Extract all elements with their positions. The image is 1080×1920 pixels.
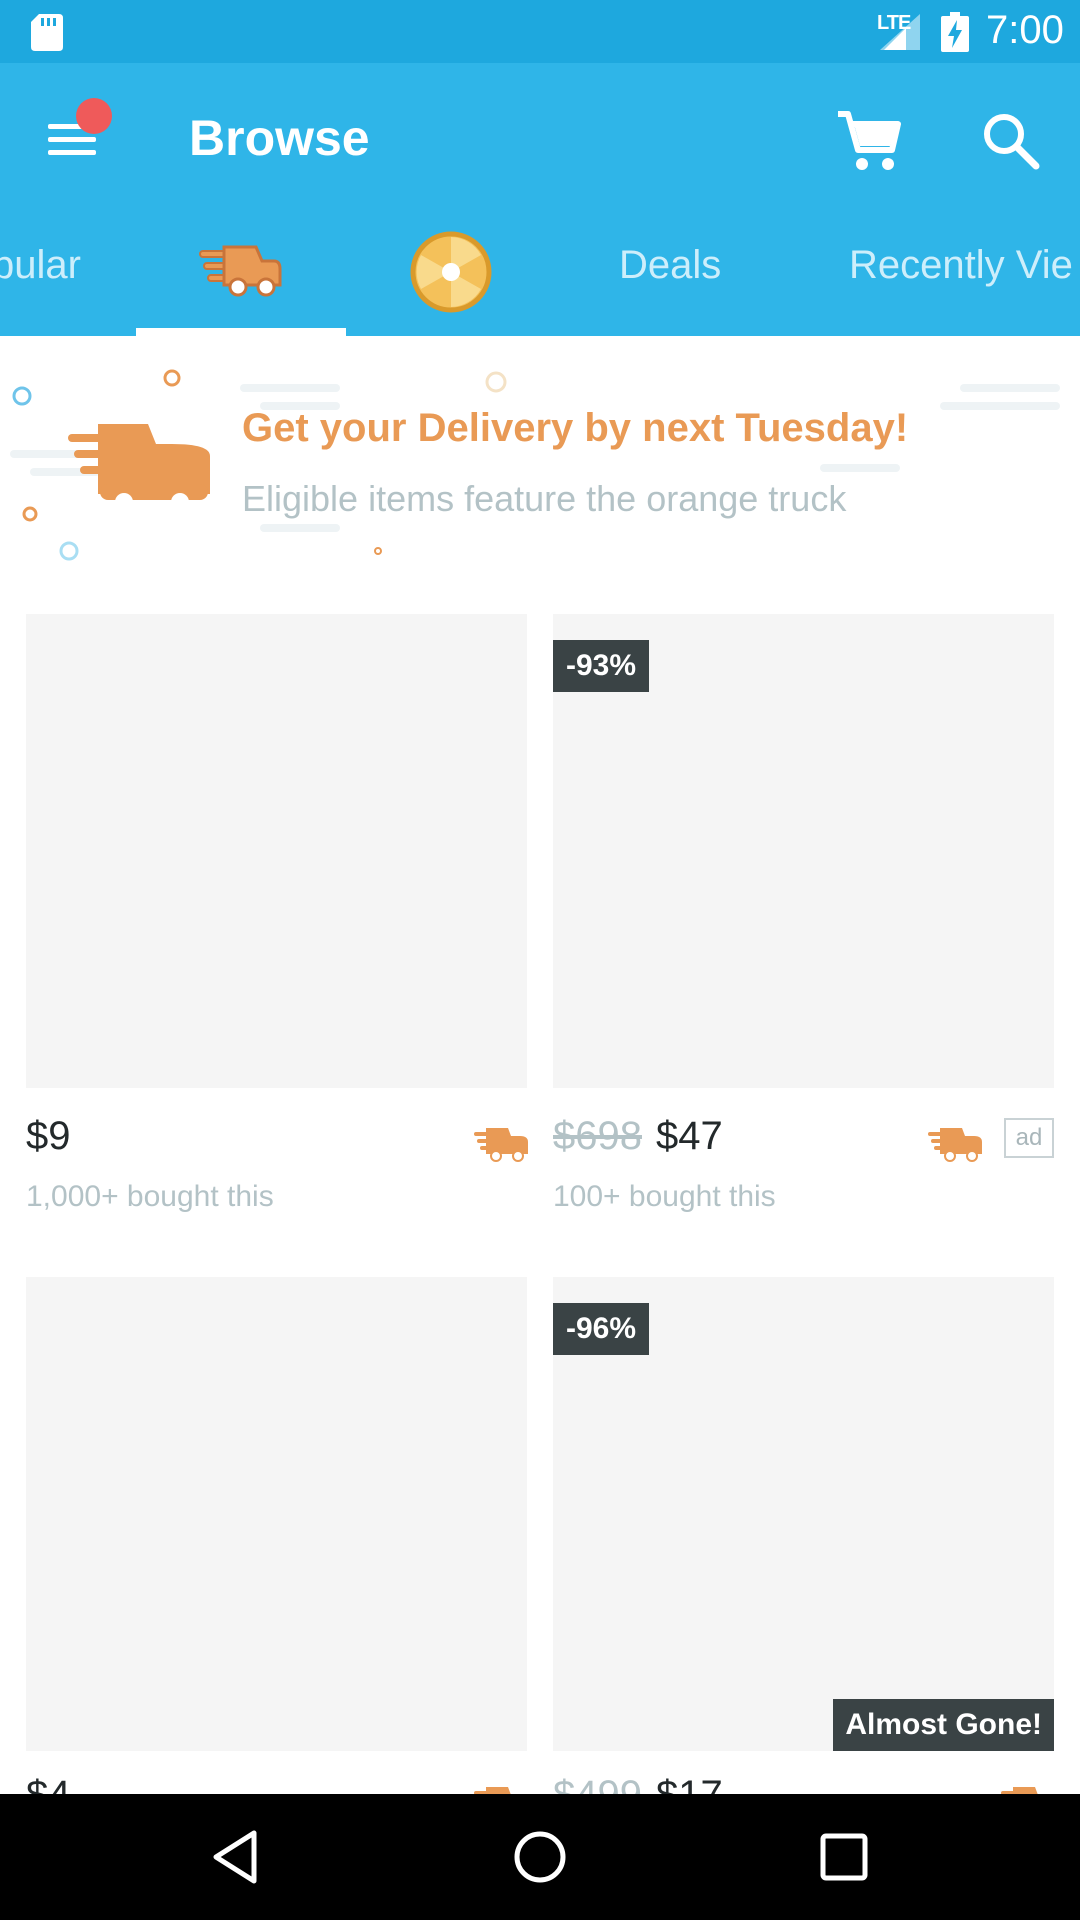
banner-title: Get your Delivery by next Tuesday! — [242, 406, 909, 450]
page-title: Browse — [189, 110, 370, 166]
sd-card-icon — [31, 14, 63, 51]
recents-button[interactable] — [814, 1827, 874, 1887]
product-image[interactable] — [26, 1277, 527, 1751]
discount-badge: -93% — [553, 640, 650, 692]
product-image[interactable] — [26, 614, 527, 1088]
menu-button[interactable] — [40, 98, 112, 170]
back-button[interactable] — [206, 1827, 266, 1887]
bought-count: 100+ bought this — [553, 1180, 776, 1213]
cart-icon — [838, 111, 901, 170]
banner-decoration — [10, 369, 1060, 561]
price: $47 — [655, 1114, 723, 1158]
system-nav-bar — [0, 1794, 1080, 1920]
back-triangle-icon — [213, 1830, 257, 1884]
price: $9 — [26, 1114, 71, 1158]
fast-delivery-icon — [928, 1128, 982, 1162]
almost-gone-badge: Almost Gone! — [833, 1699, 1054, 1751]
app-bar: Browse pular Deals Recently Vie — [0, 63, 1080, 336]
tab-deals[interactable]: Deals — [619, 243, 721, 336]
bought-count: 1,000+ bought this — [26, 1180, 274, 1213]
status-bar: LTE 7:00 — [0, 0, 1080, 63]
orange-truck-icon — [68, 424, 210, 511]
wheel-icon — [410, 231, 492, 313]
fast-delivery-icon — [474, 1128, 528, 1162]
tab-delivery[interactable] — [136, 221, 346, 336]
search-button[interactable] — [976, 106, 1046, 176]
ad-badge: ad — [1004, 1118, 1054, 1158]
delivery-truck-icon — [199, 245, 282, 297]
original-price: $698 — [553, 1114, 642, 1158]
tab-popular[interactable]: pular — [0, 243, 81, 336]
home-circle-icon — [514, 1831, 566, 1883]
clock: 7:00 — [986, 8, 1064, 52]
product-card[interactable]: -93% $698 $47 ad 100+ bought this — [553, 614, 1054, 1224]
home-button[interactable] — [510, 1827, 570, 1887]
cart-button[interactable] — [834, 106, 904, 176]
signal-icon — [880, 14, 920, 50]
banner-subtitle: Eligible items feature the orange truck — [242, 478, 847, 519]
price-row: $9 — [26, 1114, 528, 1174]
battery-charging-icon — [941, 12, 969, 52]
delivery-banner[interactable]: Get your Delivery by next Tuesday! Eligi… — [0, 336, 1080, 576]
tab-prize-wheel[interactable] — [410, 231, 492, 313]
recents-square-icon — [820, 1833, 868, 1881]
tab-indicator — [136, 328, 346, 336]
notification-dot — [76, 98, 112, 134]
product-card[interactable]: $9 1,000+ bought this — [26, 614, 528, 1224]
search-icon — [984, 114, 1040, 170]
price-row: $698 $47 ad — [553, 1114, 1054, 1174]
tab-recently-viewed[interactable]: Recently Vie — [849, 243, 1073, 336]
discount-badge: -96% — [553, 1303, 650, 1355]
